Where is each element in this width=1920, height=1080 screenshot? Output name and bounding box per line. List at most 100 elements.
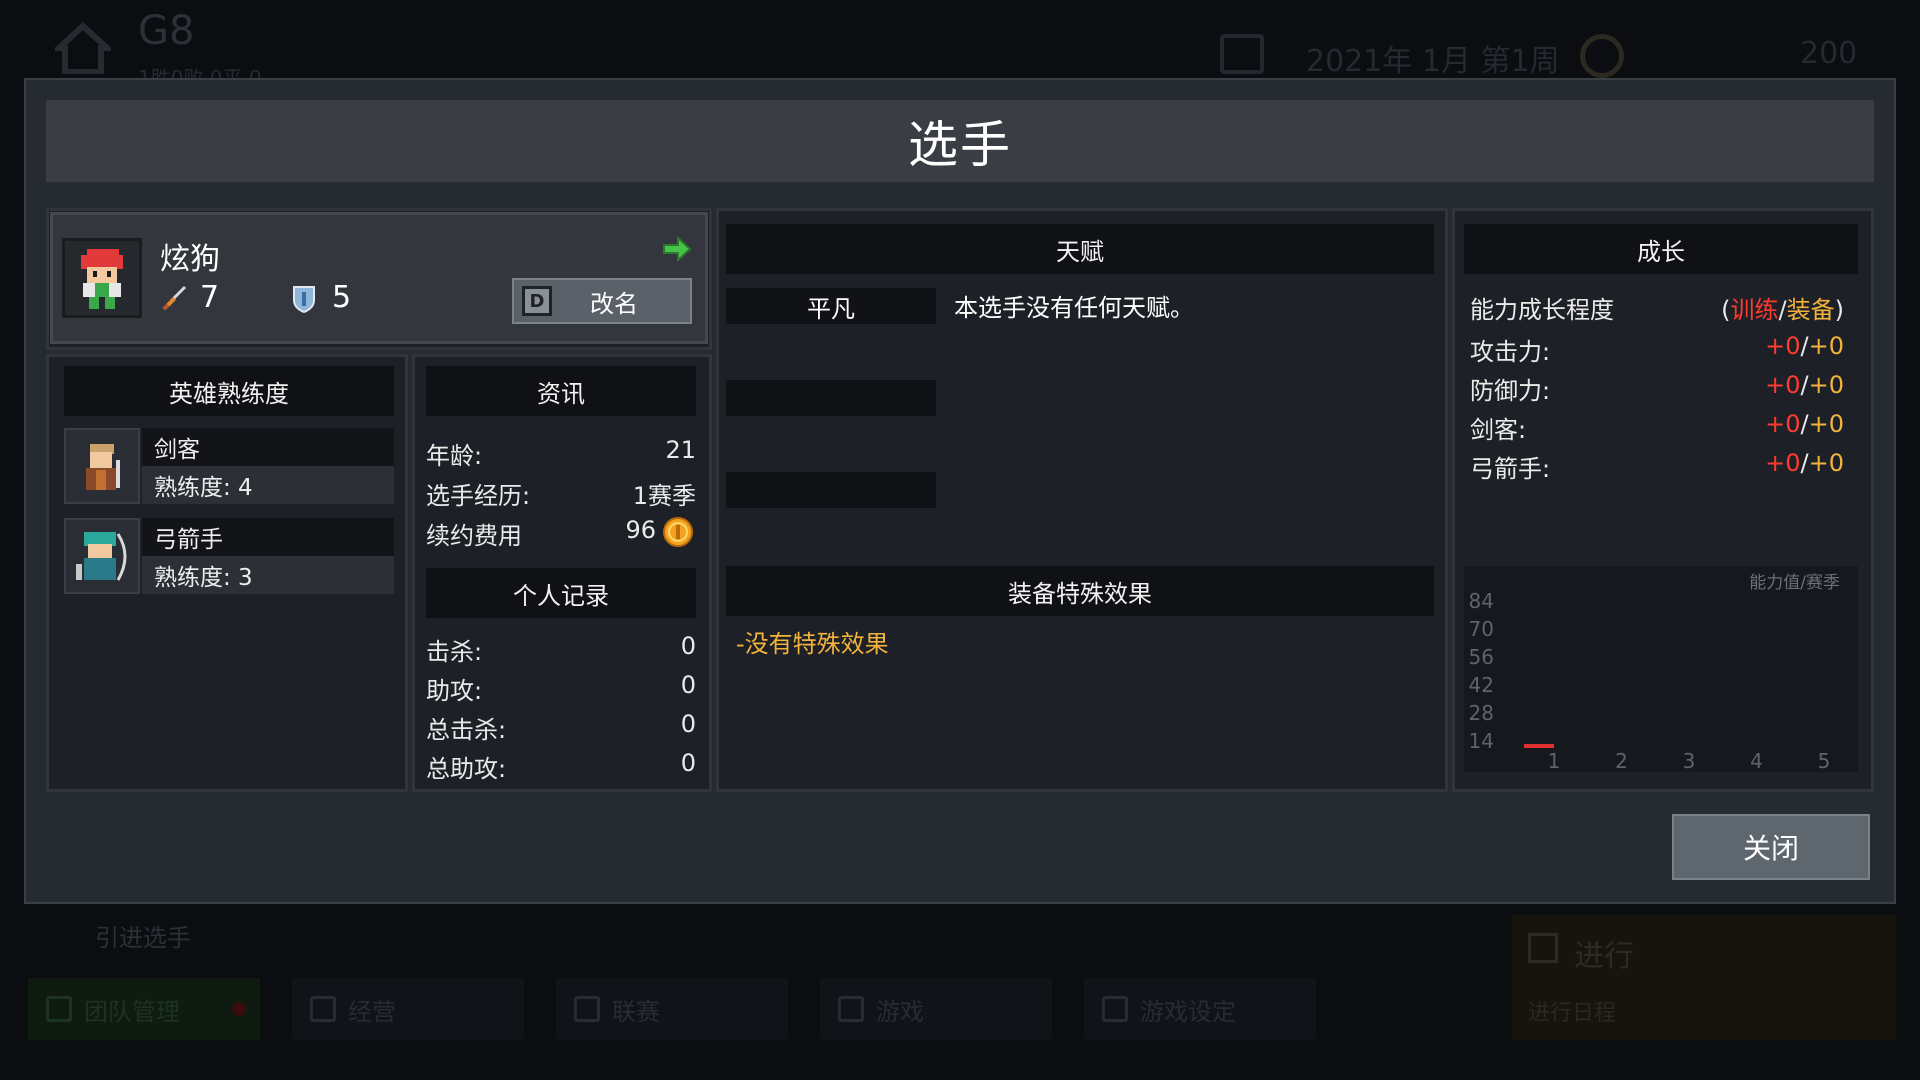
team-name: G8 [138,8,195,54]
player-name: 炫狗 [160,242,220,277]
notification-dot [232,1002,246,1016]
talent-header: 天赋 [726,224,1434,274]
talent-description: 本选手没有任何天赋。 [954,294,1194,322]
kills-value: 0 [680,632,696,660]
growth-chart: 能力值/赛季 84 70 56 42 28 14 1 2 3 4 5 [1464,566,1858,772]
tab-label: 联赛 [612,997,660,1026]
legend-train: 训练 [1730,296,1779,324]
records-header: 个人记录 [426,568,696,618]
legend-paren: ( [1721,296,1731,324]
experience-label: 选手经历: [426,482,531,510]
equipment-effects-header: 装备特殊效果 [726,566,1434,616]
equip-bonus: +0 [1808,410,1844,438]
money-value: 200 [1800,36,1858,71]
home-icon [55,22,111,74]
calendar-icon [1528,933,1558,963]
legend-equip: 装备 [1786,296,1835,324]
empty-talent-slot [726,380,936,416]
train-bonus: +0 [1765,332,1801,360]
total-kills-value: 0 [680,710,696,738]
list-item[interactable]: 剑客 熟练度: 4 [64,428,394,504]
defense-growth-label: 防御力: [1470,377,1551,405]
close-button[interactable]: 关闭 [1672,814,1870,880]
rename-button[interactable]: D 改名 [512,278,692,324]
tab-game-settings[interactable]: 游戏设定 [1084,978,1316,1040]
trophy-icon [574,996,600,1022]
progress-title: 进行 [1574,939,1634,974]
train-bonus: +0 [1765,371,1801,399]
y-tick-label: 28 [1469,701,1494,725]
train-bonus: +0 [1765,449,1801,477]
experience-value: 1赛季 [632,482,696,510]
total-assists-value: 0 [680,749,696,777]
total-assists-label: 总助攻: [426,755,507,783]
attack-growth-value: +0/+0 [1765,332,1844,360]
tab-label: 团队管理 [84,997,180,1026]
current-date: 2021年 1月 第1周 [1306,44,1560,79]
tab-label: 游戏设定 [1140,997,1236,1026]
progress-subtitle: 进行日程 [1528,1001,1617,1026]
assists-label: 助攻: [426,677,483,705]
tab-label: 经营 [348,997,396,1026]
age-label: 年龄: [426,442,483,470]
tab-team-management[interactable]: 团队管理 [28,978,260,1040]
assists-value: 0 [680,671,696,699]
keyboard-key-icon: D [522,286,552,316]
x-tick-label: 1 [1548,749,1561,772]
hero-mastery-value: 熟练度: 3 [142,556,394,594]
close-label: 关闭 [1742,832,1799,865]
shield-icon [293,286,315,314]
recruit-player-button[interactable]: 引进选手 [95,918,191,953]
dialog-title-bar: 选手 [46,100,1874,182]
defense-growth-value: +0/+0 [1765,371,1844,399]
archer-icon [64,518,140,594]
equip-bonus: +0 [1808,332,1844,360]
rename-label: 改名 [590,289,638,318]
equip-bonus: +0 [1808,371,1844,399]
y-tick-label: 70 [1469,617,1494,641]
y-tick-label: 56 [1469,645,1494,669]
no-effects-text: -没有特殊效果 [736,630,889,658]
attack-value: 7 [200,280,220,315]
clipboard-icon [310,996,336,1022]
y-tick-label: 42 [1469,673,1494,697]
dialog-title: 选手 [908,116,1012,174]
gold-coin-icon [663,517,693,547]
info-header: 资讯 [426,366,696,416]
list-item[interactable]: 弓箭手 熟练度: 3 [64,518,394,594]
swordsman-growth-value: +0/+0 [1765,410,1844,438]
hero-name: 弓箭手 [142,518,394,556]
red-haired-hero-icon [81,249,123,309]
coin-icon [1580,34,1624,78]
hero-mastery-value: 熟练度: 4 [142,466,394,504]
kills-label: 击杀: [426,638,483,666]
attack-growth-label: 攻击力: [1470,338,1551,366]
legend-slash: / [1778,296,1787,324]
growth-legend: (训练/装备) [1721,290,1844,325]
x-tick-label: 4 [1750,749,1763,772]
tab-game[interactable]: 游戏 [820,978,1052,1040]
legend-paren: ) [1834,296,1844,324]
renewal-fee-value: 96 [625,516,656,544]
tab-league[interactable]: 联赛 [556,978,788,1040]
calendar-icon [1220,34,1264,74]
hero-mastery-header: 英雄熟练度 [64,366,394,416]
age-value: 21 [665,436,696,464]
gear-icon [1102,996,1128,1022]
player-avatar [62,238,142,318]
sword-icon [162,286,186,311]
growth-chart-svg: 能力值/赛季 84 70 56 42 28 14 1 2 3 4 5 [1469,572,1840,772]
shield-icon [46,996,72,1022]
growth-legend-label: 能力成长程度 [1470,296,1614,324]
x-tick-label: 5 [1818,749,1831,772]
tab-management[interactable]: 经营 [292,978,524,1040]
y-tick-label: 84 [1469,589,1494,613]
archer-growth-value: +0/+0 [1765,449,1844,477]
x-tick-label: 3 [1683,749,1696,772]
train-bonus: +0 [1765,410,1801,438]
gamepad-icon [838,996,864,1022]
x-tick-label: 2 [1615,749,1628,772]
next-player-arrow-icon[interactable] [662,236,692,262]
equip-bonus: +0 [1808,449,1844,477]
progress-button[interactable]: 进行 进行日程 [1512,915,1896,1040]
